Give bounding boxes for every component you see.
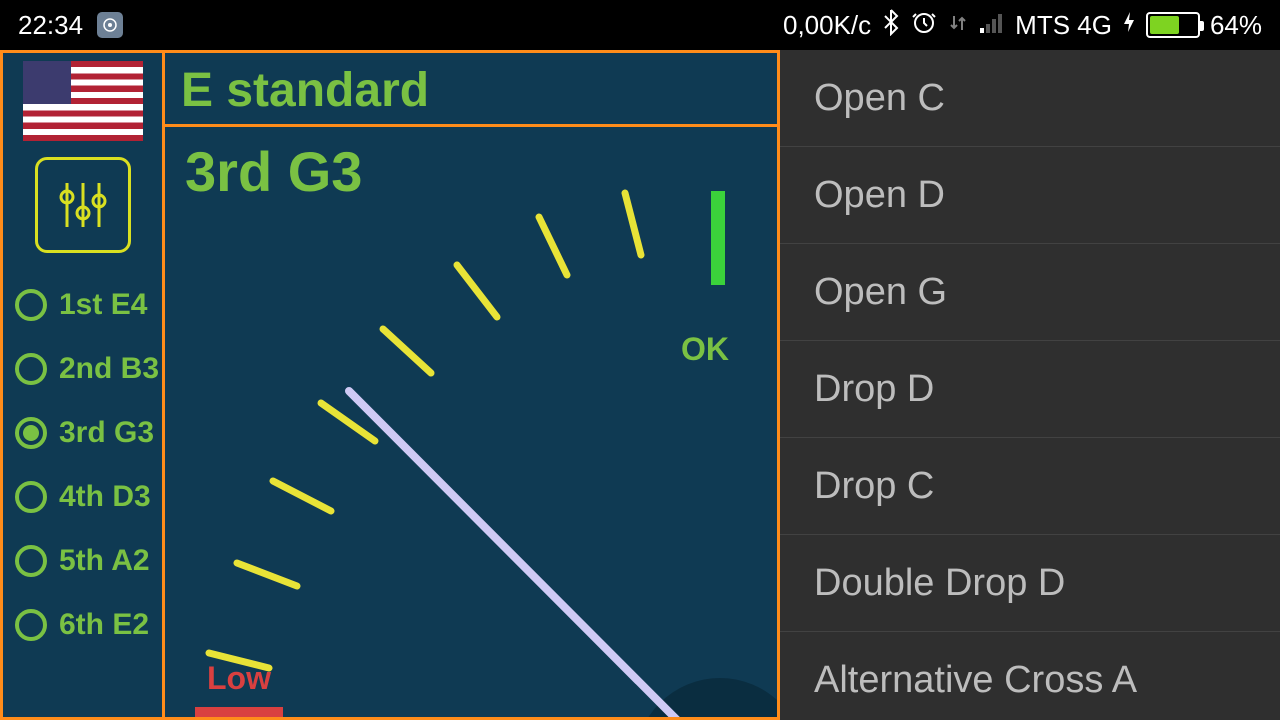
string-list: 1st E4 2nd B3 3rd G3 4th D3 5th A2 6th E… bbox=[3, 273, 162, 657]
radio-icon bbox=[15, 353, 47, 385]
status-time: 22:34 bbox=[18, 10, 83, 41]
menu-item-open-c[interactable]: Open C bbox=[780, 50, 1280, 147]
string-item-5[interactable]: 5th A2 bbox=[15, 529, 162, 593]
string-label: 1st E4 bbox=[59, 288, 147, 322]
signal-icon bbox=[979, 10, 1005, 41]
string-item-2[interactable]: 2nd B3 bbox=[15, 337, 162, 401]
low-indicator-bar bbox=[195, 707, 283, 720]
menu-item-label: Drop D bbox=[814, 368, 934, 411]
menu-item-double-drop-d[interactable]: Double Drop D bbox=[780, 535, 1280, 632]
status-data-rate: 0,00K/c bbox=[783, 10, 871, 41]
settings-button[interactable] bbox=[35, 157, 131, 253]
radio-icon bbox=[15, 545, 47, 577]
low-label: Low bbox=[207, 660, 271, 697]
status-battery-pct: 64% bbox=[1210, 10, 1262, 41]
radio-icon bbox=[15, 609, 47, 641]
status-bar: 22:34 0,00K/c MTS 4G 64% bbox=[0, 0, 1280, 50]
menu-item-drop-d[interactable]: Drop D bbox=[780, 341, 1280, 438]
tuning-name[interactable]: E standard bbox=[165, 53, 777, 127]
radio-icon bbox=[15, 289, 47, 321]
string-item-6[interactable]: 6th E2 bbox=[15, 593, 162, 657]
menu-item-open-g[interactable]: Open G bbox=[780, 244, 1280, 341]
tuner-panel: E standard 3rd G3 bbox=[165, 50, 780, 720]
string-item-4[interactable]: 4th D3 bbox=[15, 465, 162, 529]
menu-item-label: Alternative Cross A bbox=[814, 659, 1137, 702]
tuning-menu[interactable]: Open C Open D Open G Drop D Drop C Doubl… bbox=[780, 50, 1280, 720]
alarm-icon bbox=[911, 9, 937, 42]
sliders-icon bbox=[53, 175, 113, 235]
bluetooth-icon bbox=[881, 8, 901, 43]
tuner-gauge: OK Low bbox=[165, 123, 777, 717]
string-label: 3rd G3 bbox=[59, 416, 154, 450]
app-badge-icon bbox=[97, 12, 123, 38]
menu-item-label: Open G bbox=[814, 271, 947, 314]
string-label: 2nd B3 bbox=[59, 352, 159, 386]
menu-item-label: Drop C bbox=[814, 465, 934, 508]
string-label: 6th E2 bbox=[59, 608, 149, 642]
menu-item-open-d[interactable]: Open D bbox=[780, 147, 1280, 244]
flag-button[interactable] bbox=[23, 61, 143, 141]
ok-label: OK bbox=[681, 331, 729, 368]
string-item-1[interactable]: 1st E4 bbox=[15, 273, 162, 337]
status-carrier: MTS 4G bbox=[1015, 10, 1112, 41]
data-transfer-icon bbox=[947, 10, 969, 41]
menu-item-drop-c[interactable]: Drop C bbox=[780, 438, 1280, 535]
battery-icon bbox=[1146, 12, 1200, 38]
menu-item-alt-cross-a[interactable]: Alternative Cross A bbox=[780, 632, 1280, 720]
menu-item-label: Open D bbox=[814, 174, 945, 217]
string-label: 5th A2 bbox=[59, 544, 150, 578]
menu-item-label: Open C bbox=[814, 77, 945, 120]
sidebar: 1st E4 2nd B3 3rd G3 4th D3 5th A2 6th E… bbox=[0, 50, 165, 720]
string-label: 4th D3 bbox=[59, 480, 151, 514]
charging-icon bbox=[1122, 10, 1136, 41]
radio-icon bbox=[15, 481, 47, 513]
radio-icon bbox=[15, 417, 47, 449]
menu-item-label: Double Drop D bbox=[814, 562, 1065, 605]
string-item-3[interactable]: 3rd G3 bbox=[15, 401, 162, 465]
